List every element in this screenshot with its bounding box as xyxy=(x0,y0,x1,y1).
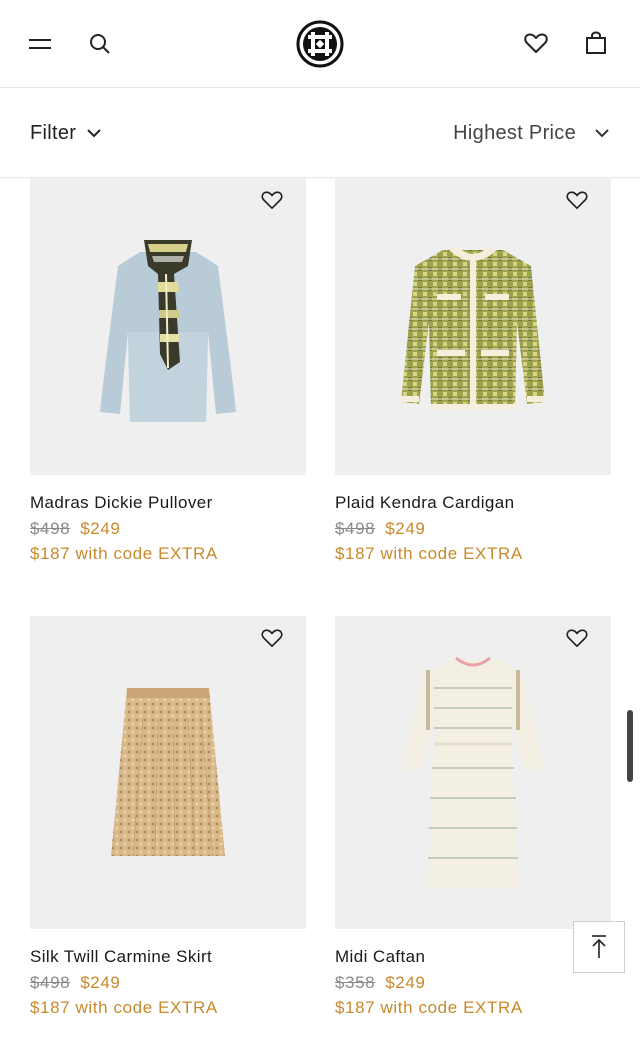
product-image[interactable] xyxy=(335,178,611,475)
promo-price: $187 with code EXTRA xyxy=(30,998,218,1017)
add-to-wishlist-button[interactable] xyxy=(258,624,286,652)
sale-price: $249 xyxy=(80,519,121,538)
product-card[interactable]: Silk Twill Carmine Skirt $498 $249 $187 w… xyxy=(30,616,306,1018)
site-header xyxy=(0,0,640,88)
shopping-bag-button[interactable] xyxy=(574,21,618,65)
product-name[interactable]: Silk Twill Carmine Skirt xyxy=(30,947,306,969)
sweater-with-plaid-scarf-image xyxy=(100,239,236,422)
chevron-down-icon xyxy=(87,129,101,138)
filter-sort-bar: Filter Highest Price xyxy=(0,88,640,178)
product-image[interactable] xyxy=(30,178,306,475)
arrow-up-to-top-icon xyxy=(592,935,606,958)
product-card[interactable]: Madras Dickie Pullover $498 $249 $187 wit… xyxy=(30,178,306,564)
product-image[interactable] xyxy=(30,616,306,929)
add-to-wishlist-button[interactable] xyxy=(563,624,591,652)
product-name[interactable]: Plaid Kendra Cardigan xyxy=(335,493,611,515)
chevron-down-icon xyxy=(595,129,609,138)
brand-logo[interactable] xyxy=(292,16,348,72)
sale-price: $249 xyxy=(385,973,426,992)
sale-price: $249 xyxy=(385,519,426,538)
pleated-printed-skirt-image xyxy=(111,687,225,856)
product-prices: $358 $249 xyxy=(335,973,611,997)
product-image[interactable] xyxy=(335,616,611,929)
heart-icon xyxy=(261,629,283,647)
heart-icon xyxy=(566,629,588,647)
promo-price: $187 with code EXTRA xyxy=(335,998,523,1017)
sort-label: Highest Price xyxy=(453,121,576,144)
search-button[interactable] xyxy=(78,22,122,66)
sort-dropdown[interactable]: Highest Price xyxy=(453,118,610,148)
product-prices: $498 $249 xyxy=(30,973,306,997)
product-card[interactable]: Plaid Kendra Cardigan $498 $249 $187 with… xyxy=(335,178,611,564)
add-to-wishlist-button[interactable] xyxy=(258,186,286,214)
heart-icon xyxy=(261,191,283,209)
promo-price: $187 with code EXTRA xyxy=(335,544,523,563)
product-prices: $498 $249 xyxy=(30,519,306,543)
menu-button[interactable] xyxy=(18,22,62,66)
back-to-top-button[interactable] xyxy=(573,921,625,973)
product-name[interactable]: Midi Caftan xyxy=(335,947,611,969)
hamburger-menu-icon xyxy=(29,39,51,49)
original-price: $498 xyxy=(30,519,71,538)
search-icon xyxy=(90,34,110,54)
filter-label: Filter xyxy=(30,121,77,144)
add-to-wishlist-button[interactable] xyxy=(563,186,591,214)
original-price: $498 xyxy=(335,519,376,538)
filter-button[interactable]: Filter xyxy=(30,118,102,148)
product-prices: $498 $249 xyxy=(335,519,611,543)
shopping-bag-icon xyxy=(586,31,606,54)
wishlist-button[interactable] xyxy=(514,21,558,65)
tory-burch-logo-icon xyxy=(296,20,344,68)
plaid-cardigan-jacket-image xyxy=(401,245,545,410)
promo-price: $187 with code EXTRA xyxy=(30,544,218,563)
product-name[interactable]: Madras Dickie Pullover xyxy=(30,493,306,515)
sale-price: $249 xyxy=(80,973,121,992)
heart-icon xyxy=(524,33,548,53)
product-card[interactable]: Midi Caftan $358 $249 $187 with code EXTR… xyxy=(335,616,611,1018)
original-price: $498 xyxy=(30,973,71,992)
white-striped-midi-dress-image xyxy=(402,656,544,888)
original-price: $358 xyxy=(335,973,376,992)
scrollbar-thumb[interactable] xyxy=(627,710,633,782)
heart-icon xyxy=(566,191,588,209)
